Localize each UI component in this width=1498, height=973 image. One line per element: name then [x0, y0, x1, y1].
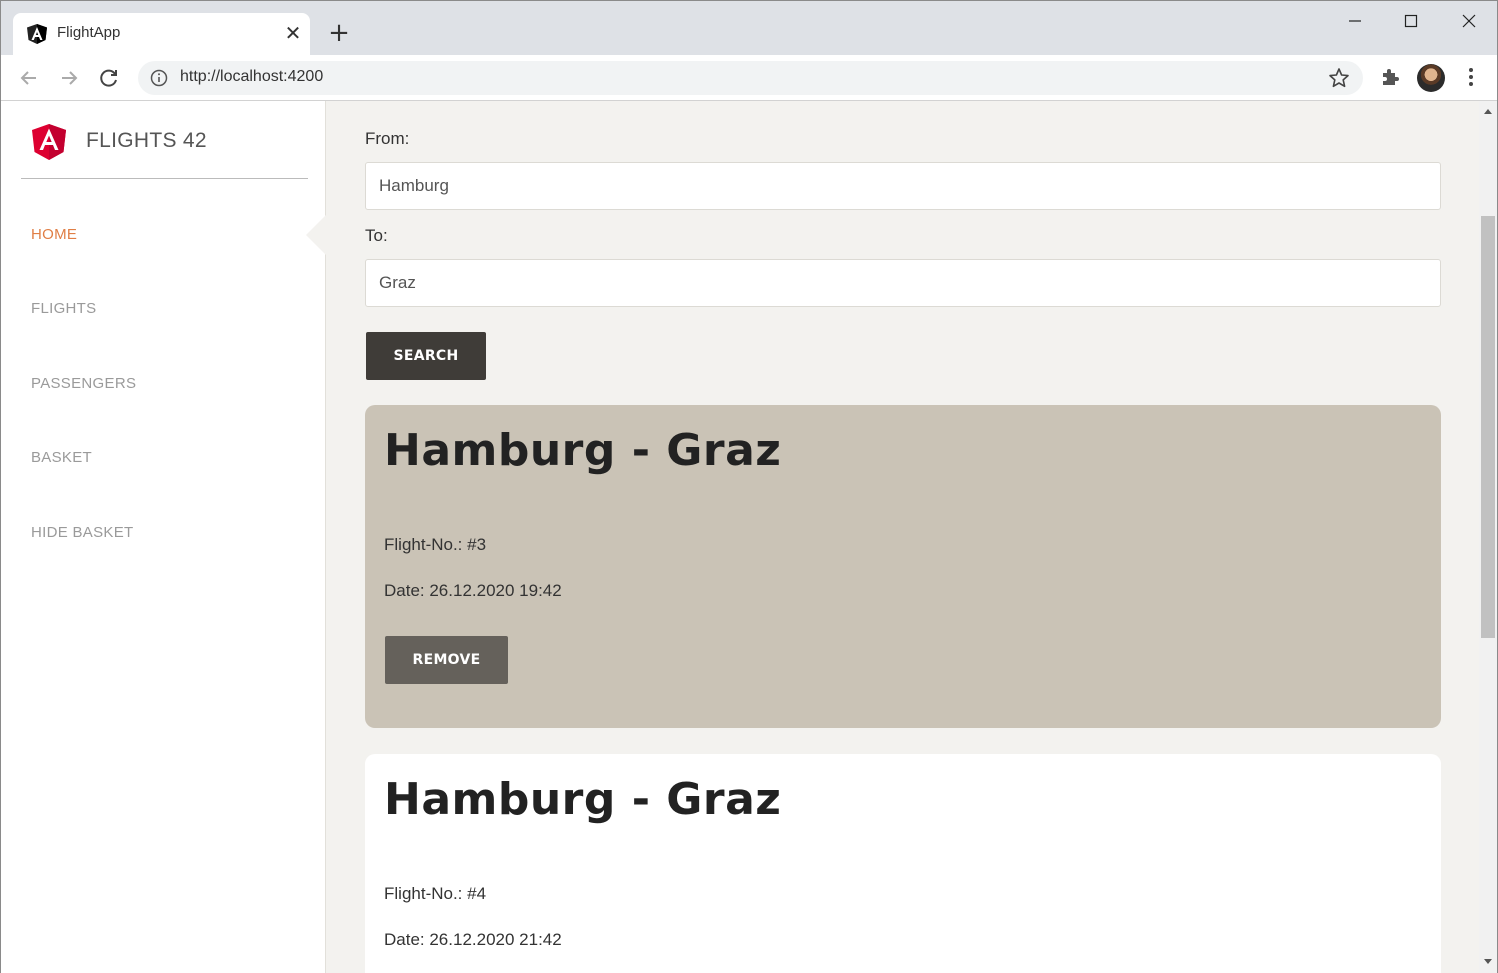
to-label: To: — [365, 226, 388, 245]
from-label: From: — [365, 129, 410, 148]
flight-route-title: Hamburg - Graz — [384, 774, 782, 825]
tab-close-icon[interactable]: ✕ — [283, 22, 303, 44]
extensions-puzzle-icon[interactable] — [1379, 65, 1403, 89]
flight-number: Flight-No.: #4 — [384, 884, 487, 903]
bookmark-star-icon[interactable] — [1328, 67, 1350, 89]
flight-route-title: Hamburg - Graz — [384, 425, 782, 476]
sidebar-item-flights[interactable]: FLIGHTS — [31, 300, 96, 317]
active-item-indicator — [306, 214, 327, 256]
flight-number: Flight-No.: #3 — [384, 535, 487, 554]
profile-avatar[interactable] — [1417, 64, 1445, 92]
url-text[interactable]: http://localhost:4200 — [180, 68, 323, 86]
browser-menu-icon[interactable] — [1459, 65, 1483, 89]
angular-favicon-icon — [27, 24, 47, 44]
scroll-down-arrow-icon[interactable] — [1484, 959, 1492, 964]
site-info-icon[interactable] — [150, 69, 168, 87]
forward-arrow-icon[interactable] — [56, 65, 82, 91]
sidebar-item-basket[interactable]: BASKET — [31, 449, 92, 466]
window-minimize-icon[interactable] — [1335, 7, 1375, 35]
tab-title: FlightApp — [57, 24, 121, 41]
search-button[interactable]: SEARCH — [366, 332, 486, 380]
scroll-thumb[interactable] — [1481, 216, 1495, 638]
brand-divider — [21, 178, 308, 179]
app-viewport: FLIGHTS 42 HOME FLIGHTS PASSENGERS BASKE… — [1, 101, 1497, 973]
from-input[interactable]: Hamburg — [365, 162, 1441, 210]
reload-icon[interactable] — [96, 65, 122, 91]
sidebar-item-hide-basket[interactable]: HIDE BASKET — [31, 524, 134, 541]
scroll-up-arrow-icon[interactable] — [1484, 109, 1492, 114]
flight-date: Date: 26.12.2020 21:42 — [384, 930, 562, 949]
main-content: From: Hamburg To: Graz SEARCH Hamburg - … — [327, 101, 1479, 973]
flight-card-selected[interactable]: Hamburg - Graz Flight-No.: #3 Date: 26.1… — [365, 405, 1441, 728]
new-tab-icon[interactable]: + — [326, 20, 352, 46]
sidebar-item-home[interactable]: HOME — [31, 226, 77, 243]
back-arrow-icon[interactable] — [16, 65, 42, 91]
flight-card[interactable]: Hamburg - Graz Flight-No.: #4 Date: 26.1… — [365, 754, 1441, 973]
browser-titlebar: FlightApp ✕ + — [1, 1, 1497, 55]
window-close-icon[interactable] — [1449, 7, 1489, 35]
window-maximize-icon[interactable] — [1391, 7, 1431, 35]
to-input[interactable]: Graz — [365, 259, 1441, 307]
sidebar-item-passengers[interactable]: PASSENGERS — [31, 375, 136, 392]
address-bar[interactable]: http://localhost:4200 — [138, 61, 1363, 95]
flight-date: Date: 26.12.2020 19:42 — [384, 581, 562, 600]
vertical-scrollbar[interactable] — [1479, 101, 1497, 973]
sidebar: FLIGHTS 42 HOME FLIGHTS PASSENGERS BASKE… — [1, 101, 326, 973]
browser-tab[interactable]: FlightApp ✕ — [13, 13, 310, 55]
remove-button[interactable]: REMOVE — [385, 636, 508, 684]
angular-logo-icon — [32, 124, 66, 160]
browser-toolbar: http://localhost:4200 — [1, 55, 1497, 101]
brand-title: FLIGHTS 42 — [86, 129, 207, 152]
